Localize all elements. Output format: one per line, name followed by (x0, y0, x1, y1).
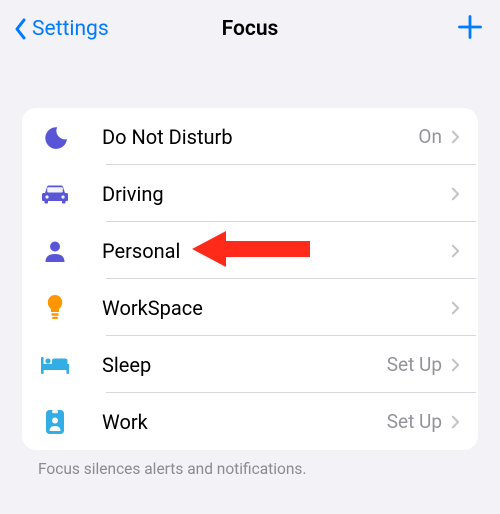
content-area: Do Not Disturb On Driving (0, 58, 500, 478)
focus-row-sleep[interactable]: Sleep Set Up (24, 336, 476, 393)
badge-icon (40, 407, 70, 437)
focus-row-label: Personal (102, 239, 442, 263)
focus-row-do-not-disturb[interactable]: Do Not Disturb On (24, 108, 476, 165)
chevron-right-icon (448, 414, 462, 430)
focus-row-personal[interactable]: Personal (24, 222, 476, 279)
nav-bar: Settings Focus (0, 0, 500, 58)
focus-list: Do Not Disturb On Driving (22, 108, 478, 450)
back-label: Settings (32, 17, 109, 41)
focus-row-label: Driving (102, 182, 442, 206)
focus-row-label: Work (102, 410, 387, 434)
focus-row-label: Sleep (102, 353, 387, 377)
chevron-left-icon (14, 17, 28, 41)
add-button[interactable] (454, 13, 486, 45)
chevron-right-icon (448, 129, 462, 145)
focus-row-label: Do Not Disturb (102, 125, 418, 149)
focus-row-label: WorkSpace (102, 296, 442, 320)
chevron-right-icon (448, 186, 462, 202)
focus-row-status: Set Up (387, 410, 442, 433)
focus-row-status: On (418, 125, 442, 148)
chevron-right-icon (448, 300, 462, 316)
chevron-right-icon (448, 243, 462, 259)
lightbulb-icon (40, 293, 70, 323)
moon-icon (40, 122, 70, 152)
focus-row-work[interactable]: Work Set Up (24, 393, 476, 450)
car-icon (40, 179, 70, 209)
list-footer: Focus silences alerts and notifications. (22, 450, 478, 478)
focus-row-status: Set Up (387, 353, 442, 376)
focus-row-workspace[interactable]: WorkSpace (24, 279, 476, 336)
chevron-right-icon (448, 357, 462, 373)
focus-row-driving[interactable]: Driving (24, 165, 476, 222)
back-button[interactable]: Settings (14, 17, 109, 41)
bed-icon (40, 350, 70, 380)
plus-icon (456, 13, 484, 45)
person-icon (40, 236, 70, 266)
